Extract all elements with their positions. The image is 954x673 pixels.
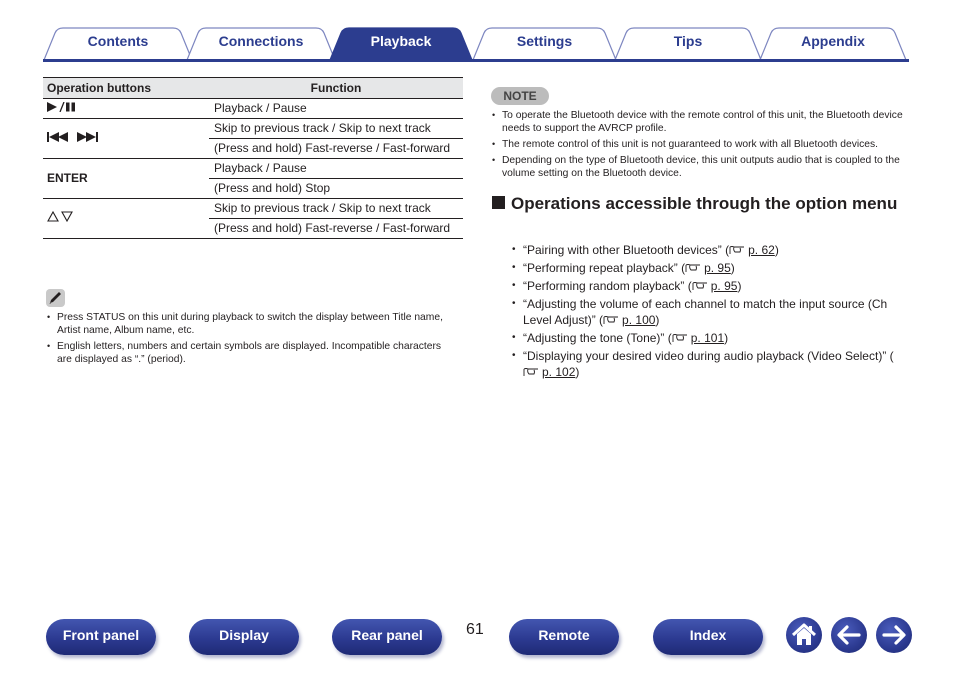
option-text: “Performing random playback” ( [523, 279, 692, 293]
option-text: “Pairing with other Bluetooth devices” ( [523, 243, 730, 257]
note-list: To operate the Bluetooth device with the… [491, 109, 911, 183]
up-down-buttons-icon [43, 198, 209, 239]
function-cell: Skip to previous track / Skip to next tr… [209, 118, 463, 139]
chapter-tab-bar: Contents Connections Playback Settings T… [0, 0, 954, 64]
note-item: The remote control of this unit is not g… [491, 138, 911, 151]
function-cell: Playback / Pause [209, 98, 463, 119]
back-arrow-icon [837, 625, 861, 645]
pointing-hand-icon [692, 282, 707, 290]
table-header-row: Operation buttons Function [43, 77, 463, 99]
skip-buttons-icon [43, 118, 209, 159]
tab-contents[interactable]: Contents [43, 27, 193, 60]
header-function: Function [209, 77, 463, 99]
index-button[interactable]: Index [653, 619, 763, 655]
option-text: “Adjusting the tone (Tone)” ( [523, 331, 672, 345]
option-text: “Performing repeat playback” ( [523, 261, 686, 275]
section-square-icon [492, 196, 505, 209]
forward-button[interactable] [876, 617, 912, 653]
page-ref-link[interactable]: p. 102 [542, 365, 575, 379]
tab-label: Playback [370, 33, 432, 49]
tip-note-item: English letters, numbers and certain sym… [46, 340, 446, 366]
option-text: “Adjusting the volume of each channel to… [523, 297, 888, 327]
function-cell: Playback / Pause [209, 158, 463, 179]
operation-table: Operation buttons Function Playback / Pa… [43, 77, 463, 239]
display-button[interactable]: Display [189, 619, 299, 655]
page-ref-link[interactable]: p. 101 [691, 331, 724, 345]
option-item: “Performing repeat playback” (p. 95) [512, 260, 912, 276]
option-item: “Pairing with other Bluetooth devices” (… [512, 242, 912, 258]
front-panel-button[interactable]: Front panel [46, 619, 156, 655]
page-ref-link[interactable]: p. 95 [704, 261, 731, 275]
note-item: Depending on the type of Bluetooth devic… [491, 154, 911, 180]
option-item: “Adjusting the volume of each channel to… [512, 296, 912, 328]
option-item: “Performing random playback” (p. 95) [512, 278, 912, 294]
back-button[interactable] [831, 617, 867, 653]
pointing-hand-icon [672, 334, 687, 342]
note-badge: NOTE [491, 87, 549, 105]
option-item: “Adjusting the tone (Tone)” (p. 101) [512, 330, 912, 346]
table-row: Skip to previous track / Skip to next tr… [43, 118, 463, 159]
enter-button-label: ENTER [43, 158, 209, 199]
note-item: To operate the Bluetooth device with the… [491, 109, 911, 135]
page-ref-link[interactable]: p. 95 [711, 279, 738, 293]
pointing-hand-icon [685, 264, 701, 272]
page-ref-link[interactable]: p. 62 [748, 243, 775, 257]
section-title: Operations accessible through the option… [511, 194, 898, 213]
tab-label: Tips [673, 33, 703, 49]
tip-note-item: Press STATUS on this unit during playbac… [46, 311, 446, 337]
tab-underline [43, 59, 909, 62]
pointing-hand-icon [729, 246, 745, 254]
page-ref-link[interactable]: p. 100 [622, 313, 655, 327]
tab-tips[interactable]: Tips [614, 27, 762, 60]
option-menu-list: “Pairing with other Bluetooth devices” (… [512, 242, 912, 382]
table-row: ENTER Playback / Pause [43, 158, 463, 199]
table-row: Skip to previous track / Skip to next tr… [43, 198, 463, 239]
page-number: 61 [466, 621, 484, 638]
tab-label: Appendix [801, 33, 865, 49]
forward-arrow-icon [882, 625, 906, 645]
option-text: “Displaying your desired video during au… [523, 349, 894, 363]
function-cell: (Press and hold) Fast-reverse / Fast-for… [209, 218, 463, 239]
function-cell: Skip to previous track / Skip to next tr… [209, 198, 463, 219]
pointing-hand-icon [523, 368, 538, 376]
tab-appendix[interactable]: Appendix [759, 27, 907, 60]
pointing-hand-icon [603, 316, 619, 324]
function-cell: (Press and hold) Fast-reverse / Fast-for… [209, 138, 463, 159]
table-row: Playback / Pause [43, 98, 463, 119]
tab-playback[interactable]: Playback [329, 27, 473, 60]
pencil-note-icon [46, 289, 65, 307]
tab-label: Settings [516, 33, 573, 49]
play-pause-button-icon [43, 98, 209, 119]
home-icon [791, 623, 817, 645]
header-operation-buttons: Operation buttons [43, 77, 209, 99]
remote-button[interactable]: Remote [509, 619, 619, 655]
tab-label: Contents [87, 33, 149, 49]
option-menu-section: Operations accessible through the option… [492, 193, 902, 214]
tab-label: Connections [218, 33, 304, 49]
option-item: “Displaying your desired video during au… [512, 348, 912, 380]
tip-notes-list: Press STATUS on this unit during playbac… [46, 311, 446, 369]
function-cell: (Press and hold) Stop [209, 178, 463, 199]
tab-connections[interactable]: Connections [186, 27, 336, 60]
home-button[interactable] [786, 617, 822, 653]
rear-panel-button[interactable]: Rear panel [332, 619, 442, 655]
tab-settings[interactable]: Settings [472, 27, 617, 60]
